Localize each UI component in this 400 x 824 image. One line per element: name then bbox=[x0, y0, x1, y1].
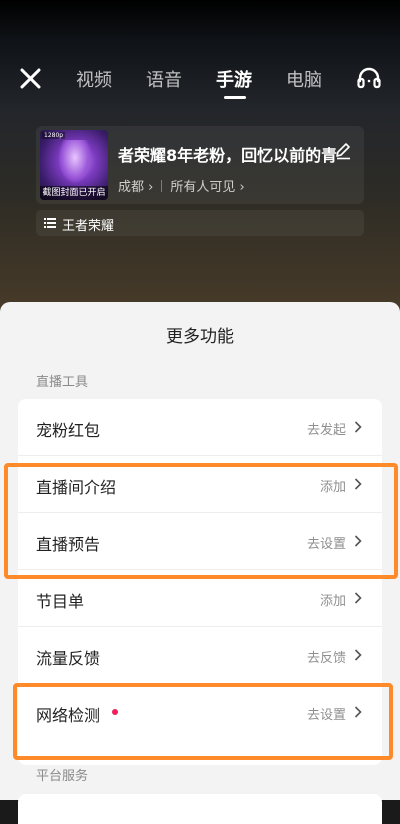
cover-figure bbox=[58, 140, 92, 184]
chevron-right-icon bbox=[354, 421, 362, 433]
edit-icon[interactable] bbox=[334, 142, 352, 160]
location-selector[interactable]: 成都 › bbox=[118, 180, 153, 195]
category-label: 王者荣耀 bbox=[62, 219, 115, 234]
row-action: 去反馈 bbox=[306, 651, 346, 666]
cover-image[interactable]: 1280p 截图封面已开启 bbox=[40, 130, 108, 200]
row-action: 去发起 bbox=[306, 423, 346, 438]
menu-row-program-list[interactable]: 节目单 添加 bbox=[18, 570, 382, 627]
list-icon bbox=[44, 218, 56, 228]
active-tab-indicator bbox=[224, 96, 246, 99]
row-label: 宠粉红包 bbox=[36, 421, 101, 440]
visibility-label: 所有人可见 bbox=[170, 180, 236, 195]
row-label: 流量反馈 bbox=[36, 649, 101, 668]
top-bar: 视频 语音 手游 电脑 bbox=[0, 58, 400, 102]
cover-tag: 1280p bbox=[42, 132, 66, 139]
menu-row-network-check[interactable]: 网络检测 去设置 bbox=[18, 684, 382, 741]
row-label: 直播预告 bbox=[36, 535, 101, 554]
row-action: 去设置 bbox=[306, 708, 346, 723]
chevron-right-icon: › bbox=[148, 180, 154, 195]
row-label: 节目单 bbox=[36, 592, 85, 611]
row-action: 添加 bbox=[319, 480, 346, 495]
notification-dot bbox=[112, 709, 118, 715]
live-setup-header-area: 视频 语音 手游 电脑 1280p 截图封面已开启 者荣耀8年老粉，回忆以前的青… bbox=[0, 0, 400, 320]
row-action: 去设置 bbox=[306, 537, 346, 552]
headset-icon[interactable] bbox=[356, 66, 382, 92]
chevron-right-icon bbox=[354, 478, 362, 490]
location-label: 成都 bbox=[118, 180, 145, 195]
section-label-live-tools: 直播工具 bbox=[36, 375, 89, 390]
live-room-card: 1280p 截图封面已开启 者荣耀8年老粉，回忆以前的青 成都 › 所有人可见 › bbox=[36, 126, 364, 204]
cover-caption: 截图封面已开启 bbox=[40, 186, 108, 200]
chevron-right-icon bbox=[354, 706, 362, 718]
row-label: 网络检测 bbox=[36, 706, 101, 725]
visibility-selector[interactable]: 所有人可见 › bbox=[170, 180, 244, 195]
menu-row-live-preview[interactable]: 直播预告 去设置 bbox=[18, 513, 382, 570]
tab-mobile-game[interactable]: 手游 bbox=[216, 66, 252, 92]
tab-video[interactable]: 视频 bbox=[76, 66, 112, 92]
room-title[interactable]: 者荣耀8年老粉，回忆以前的青 bbox=[118, 142, 338, 166]
chevron-right-icon: › bbox=[239, 180, 245, 195]
chevron-right-icon bbox=[354, 535, 362, 547]
chevron-right-icon bbox=[354, 592, 362, 604]
category-selector[interactable]: 王者荣耀 bbox=[36, 210, 364, 236]
row-label: 直播间介绍 bbox=[36, 478, 117, 497]
menu-row-room-intro[interactable]: 直播间介绍 添加 bbox=[18, 456, 382, 513]
live-tools-menu: 宠粉红包 去发起 直播间介绍 添加 直播预告 去设置 节目单 添加 流量反馈 去… bbox=[18, 399, 382, 765]
row-action: 添加 bbox=[319, 594, 346, 609]
chevron-right-icon bbox=[354, 649, 362, 661]
menu-row-traffic-feedback[interactable]: 流量反馈 去反馈 bbox=[18, 627, 382, 684]
meta-divider bbox=[161, 180, 163, 192]
tab-pc[interactable]: 电脑 bbox=[286, 66, 322, 92]
close-icon[interactable] bbox=[18, 66, 44, 92]
menu-row-fan-red-packet[interactable]: 宠粉红包 去发起 bbox=[18, 399, 382, 456]
platform-services-menu bbox=[18, 794, 382, 824]
more-functions-sheet: 更多功能 直播工具 宠粉红包 去发起 直播间介绍 添加 直播预告 去设置 节目单… bbox=[0, 302, 400, 824]
tab-voice[interactable]: 语音 bbox=[146, 66, 182, 92]
room-meta: 成都 › 所有人可见 › bbox=[118, 176, 245, 195]
sheet-title: 更多功能 bbox=[166, 327, 234, 347]
section-label-platform-services: 平台服务 bbox=[36, 769, 89, 784]
